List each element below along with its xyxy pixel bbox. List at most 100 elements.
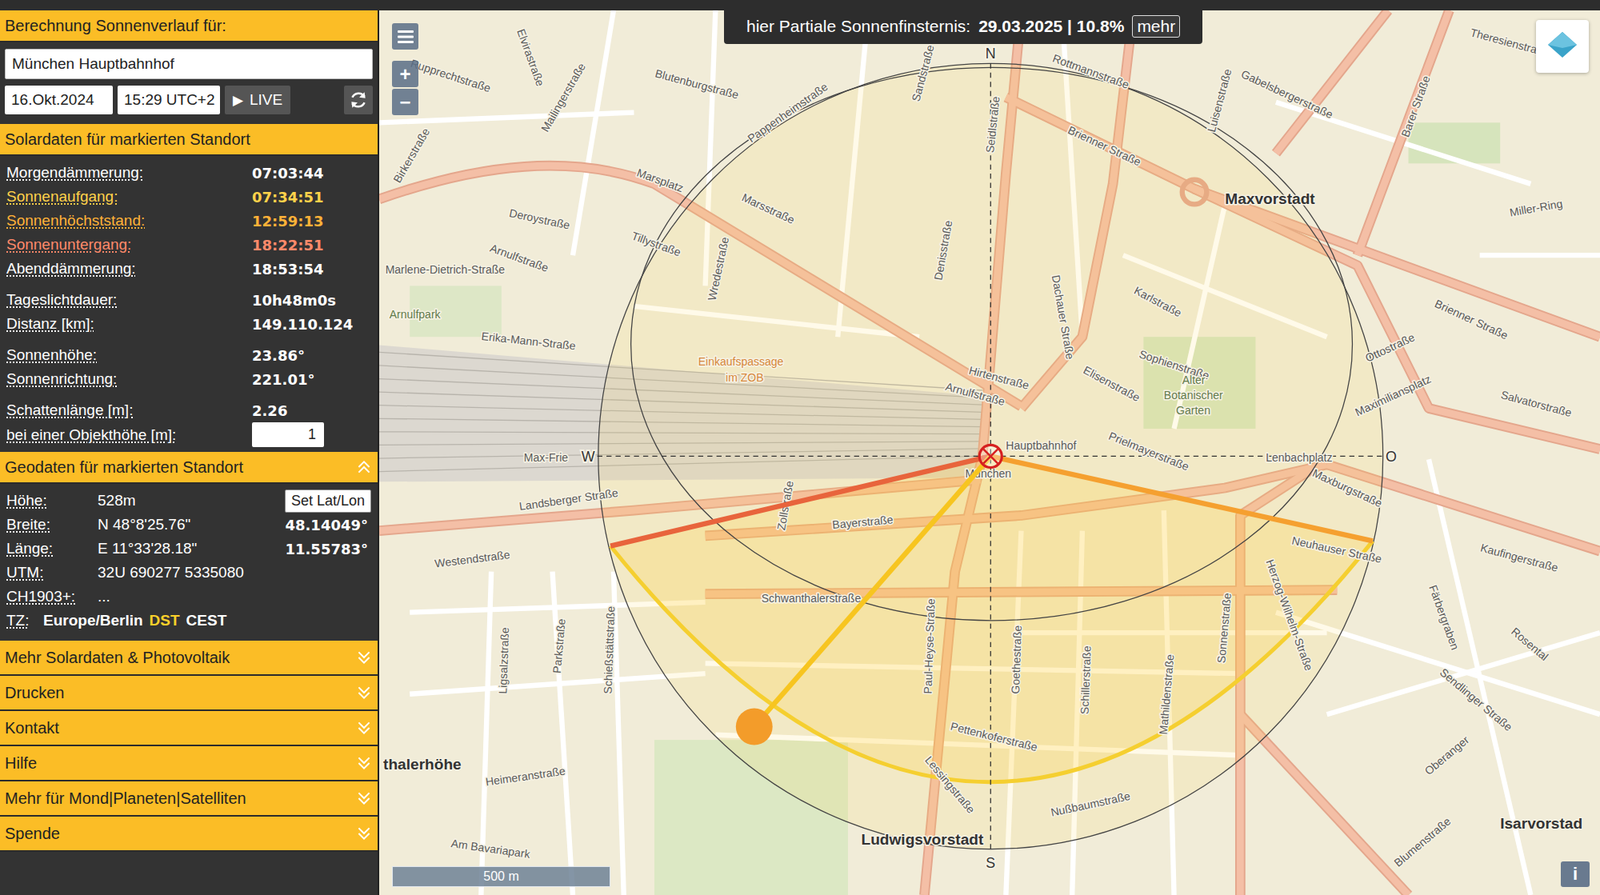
map-label: Ludwigsvorstadt [861,831,984,848]
map-label: Goethestraße [1008,624,1024,694]
map-label: Mailingerstraße [538,60,588,135]
solar-label[interactable]: Sonnenhöhe: [6,346,252,364]
timezone-value: Europe/Berlin [43,612,144,630]
dst-badge: DST [149,612,180,630]
solar-label[interactable]: Sonnenhöchststand: [6,212,252,230]
time-field[interactable]: 15:29 UTC+2 [117,85,220,115]
search-area [0,42,378,84]
geo-value: 32U 690277 5335080 [97,564,372,582]
solar-row: Tageslichtdauer:10h48m0s [6,288,372,312]
map-label: Wredestraße [705,236,732,303]
map[interactable]: MaxvorstadtLudwigsvorstadtIsarvorstadtha… [379,10,1600,895]
map-canvas[interactable]: MaxvorstadtLudwigsvorstadtIsarvorstadtha… [379,10,1600,895]
menu-button[interactable] [392,23,419,50]
datetime-row: 16.Okt.202415:29 UTC+2▶LIVE [0,84,378,124]
solar-label[interactable]: Sonnenrichtung: [6,370,252,388]
compass-label: N [985,45,996,62]
section-header[interactable]: Hilfe [0,746,378,782]
geo-row: Länge:E 11°33'28.18"11.55783° [6,536,372,561]
map-label: Paul-Heyse-Straße [920,598,937,695]
solar-row: Sonnenaufgang:07:34:51 [6,184,372,209]
map-label: Färbergraben [1426,583,1462,652]
streets [379,10,1600,895]
map-label: Tillystraße [630,229,684,260]
object-height-input[interactable]: 1 [252,422,324,448]
map-label: Alter [1182,373,1206,387]
solar-label[interactable]: Sonnenuntergang: [6,236,252,254]
scale-bar: 500 m [392,866,611,888]
solar-value: 07:03:44 [252,164,372,182]
section-header[interactable]: Kontakt [0,711,378,747]
solar-row: bei einer Objekthöhe [m]:1 [6,422,372,448]
solar-label[interactable]: Abenddämmerung: [6,260,252,278]
layers-button[interactable] [1536,20,1589,73]
map-label: Rupprechtstraße [408,56,492,96]
map-label: Oberanger [1422,732,1472,778]
section-header[interactable]: Mehr Solardaten & Photovoltaik [0,640,378,676]
map-label: Deroystraße [508,206,572,232]
map-label: Nußbaumstraße [1049,789,1132,820]
solar-row: Sonnenhöchststand:12:59:13 [6,208,372,233]
compass-label: W [581,448,596,465]
map-label: Westendstraße [433,548,511,570]
solar-label[interactable]: Schattenlänge [m]: [6,401,252,420]
set-latlon-button[interactable]: Set Lat/Lon [284,489,372,513]
solar-label[interactable]: bei einer Objekthöhe [m]: [6,426,252,444]
geo-row: CH1903+:... [6,584,372,609]
section-header[interactable]: Drucken [0,676,378,712]
map-label: Prielmayerstraße [1107,429,1192,474]
solar-label[interactable]: Sonnenaufgang: [6,188,252,206]
refresh-button[interactable] [344,85,373,115]
sidebar: Berechnung Sonnenverlauf für:16.Okt.2024… [0,10,380,895]
geo-value: ... [97,588,372,606]
date-field[interactable]: 16.Okt.2024 [4,85,113,115]
geo-value: N 48°8'25.76" [97,516,285,534]
section-header[interactable]: Solardaten für markierten Standort [0,124,378,156]
more-button[interactable]: mehr [1132,15,1180,38]
solar-row: Abenddämmerung:18:53:54 [6,256,372,281]
map-label: Erika-Mann-Straße [480,329,577,352]
solar-group: Sonnenhöhe:23.86°Sonnenrichtung:221.01° [6,343,372,392]
map-label: Kaufingerstraße [1479,541,1560,575]
zoom-buttons: +− [392,60,419,116]
section-header[interactable]: Geodaten für markierten Standort [0,452,378,484]
map-label: Luisenstraße [1204,67,1234,134]
map-label: Maximiliansplatz [1352,372,1433,419]
zoom-in-button[interactable]: + [392,60,419,88]
map-label: Karlstraße [1132,284,1184,320]
top-bar [0,0,1600,11]
info-button[interactable]: i [1560,861,1590,888]
live-button[interactable]: ▶LIVE [224,85,291,115]
section-header[interactable]: Mehr für Mond|Planeten|Satelliten [0,781,378,817]
geo-label: Höhe: [6,492,98,510]
map-label: Sandstraße [909,43,937,103]
timezone-label: TZ: [6,612,37,630]
map-labels: MaxvorstadtLudwigsvorstadtIsarvorstadtha… [383,25,1583,870]
map-label: Blumenstraße [1391,814,1453,870]
map-label: Schwanthalerstraße [761,592,862,605]
expand-icon [355,754,373,772]
map-label: Blutenburgstraße [653,66,740,101]
solar-value: 12:59:13 [252,212,372,230]
compass-label: O [1385,448,1397,465]
solar-label[interactable]: Tageslichtdauer: [6,291,252,309]
timezone-row: TZ:Europe/BerlinDSTCEST [6,608,372,633]
solar-value: 23.86° [252,347,372,364]
solar-label[interactable]: Morgendämmerung: [6,164,252,182]
geo-decimal: 11.55783° [284,540,372,558]
solar-label[interactable]: Distanz [km]: [6,315,252,333]
zoom-out-button[interactable]: − [392,88,419,116]
map-label: Birkerstraße [390,125,432,185]
map-label: Garten [1176,404,1211,417]
location-input[interactable] [4,48,373,80]
map-label: Brienner Straße [1066,123,1144,168]
map-label: Lenbachplatz [1265,451,1332,464]
sun-icon[interactable] [736,708,773,746]
expand-icon [355,648,373,667]
solar-row: Distanz [km]:149.110.124 [6,312,372,336]
location-marker-icon[interactable] [979,444,1002,468]
map-label: Bayerstraße [832,512,895,532]
map-label: Dachauer Straße [1049,273,1077,360]
section-header[interactable]: Spende [0,816,378,852]
map-label: Pappenheimstraße [744,80,830,145]
